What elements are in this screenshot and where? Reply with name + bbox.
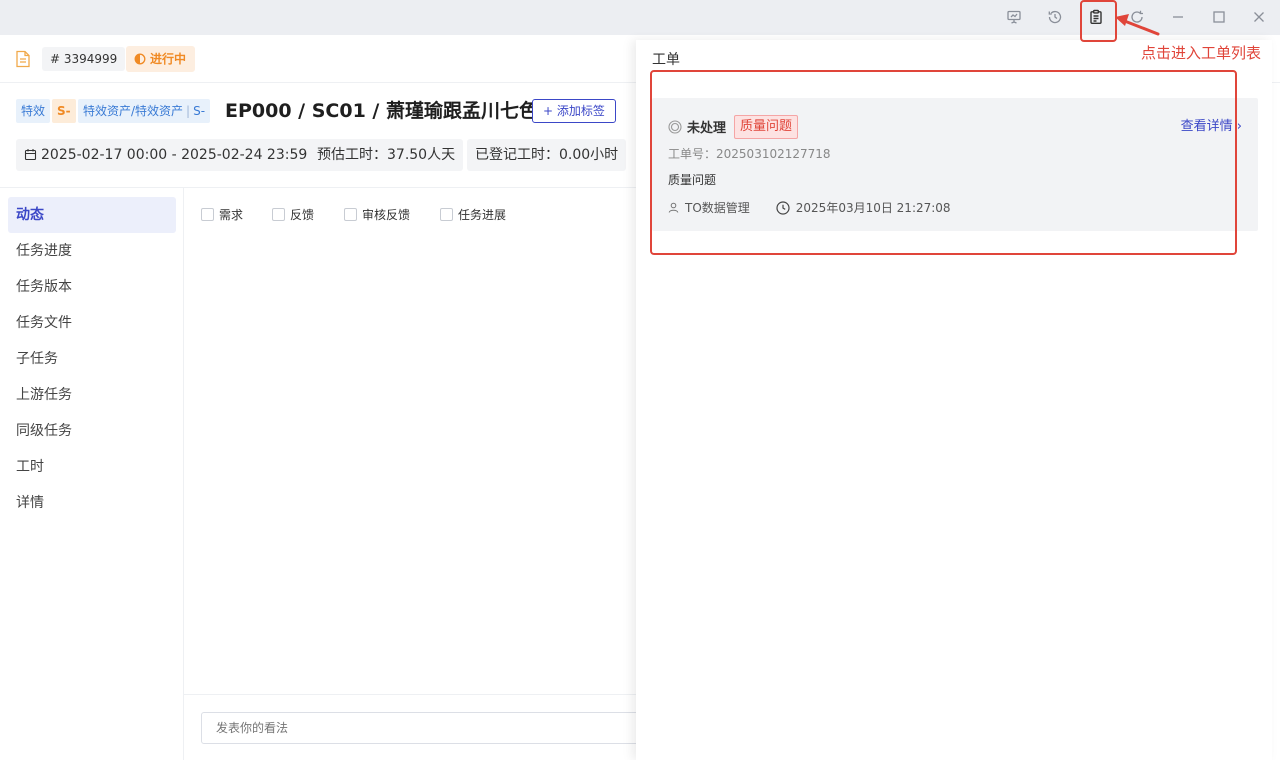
filter-review-feedback[interactable]: 审核反馈 [344,206,410,223]
annotation-label: 点击进入工单列表 [1141,44,1262,62]
checkbox[interactable] [344,208,357,221]
date-range-text: 2025-02-17 00:00 - 2025-02-24 23:59 [41,147,308,163]
tag-divider: | [186,104,191,118]
filter-label: 反馈 [290,208,315,222]
task-id: # 3394999 [42,47,126,71]
tag-asset-path[interactable]: 特效资产/特效资产 | S- [78,99,211,123]
date-range[interactable]: 2025-02-17 00:00 - 2025-02-24 23:59 [16,139,316,171]
chevron-right-icon: › [1236,119,1242,134]
checkbox[interactable] [440,208,453,221]
checkbox[interactable] [201,208,214,221]
asset-path-label: 特效资产/特效资产 [83,104,184,118]
sidebar-item-siblings[interactable]: 同级任务 [8,413,176,449]
history-icon[interactable] [1044,6,1066,28]
filter-label: 任务进展 [458,208,507,222]
minimize-icon[interactable] [1167,6,1189,28]
comment-input[interactable] [201,712,661,744]
sidebar-item-upstream[interactable]: 上游任务 [8,377,176,413]
sidebar-item-files[interactable]: 任务文件 [8,305,176,341]
filter-label: 审核反馈 [362,208,411,222]
sidebar: 动态 任务进度 任务版本 任务文件 子任务 上游任务 同级任务 工时 详情 [0,188,184,760]
document-icon [15,50,31,72]
checkbox[interactable] [272,208,285,221]
estimated-hours: 预估工时：37.50人天 [309,139,464,171]
tag-vfx[interactable]: 特效 [16,99,51,123]
registered-hours: 已登记工时：0.00小时 [467,139,627,171]
tag-level[interactable]: S- [52,99,76,123]
page-title: EP000 / SC01 / 萧瑾瑜跟孟川七色煞 [225,100,557,122]
half-circle-icon [134,53,146,65]
filter-task-progress[interactable]: 任务进展 [440,206,506,223]
drawer-title: 工单 [652,52,680,68]
sidebar-item-progress[interactable]: 任务进度 [8,233,176,269]
filter-requirement[interactable]: 需求 [201,206,243,223]
filter-feedback[interactable]: 反馈 [272,206,314,223]
maximize-icon[interactable] [1208,6,1230,28]
sidebar-item-subtasks[interactable]: 子任务 [8,341,176,377]
status-badge[interactable]: 进行中 [126,46,196,72]
add-tag-button[interactable]: + 添加标签 [532,99,616,123]
sidebar-item-versions[interactable]: 任务版本 [8,269,176,305]
annotation-highlight-card [650,70,1237,255]
annotation-arrow-icon [1115,14,1160,36]
presentation-icon[interactable] [1003,6,1025,28]
sidebar-item-hours[interactable]: 工时 [8,449,176,485]
close-icon[interactable] [1248,6,1270,28]
status-label: 进行中 [150,52,187,66]
filter-label: 需求 [219,208,244,222]
asset-level-label: S- [193,104,206,118]
calendar-icon [24,149,37,161]
sidebar-item-activity[interactable]: 动态 [8,197,176,233]
sidebar-item-details[interactable]: 详情 [8,485,176,521]
